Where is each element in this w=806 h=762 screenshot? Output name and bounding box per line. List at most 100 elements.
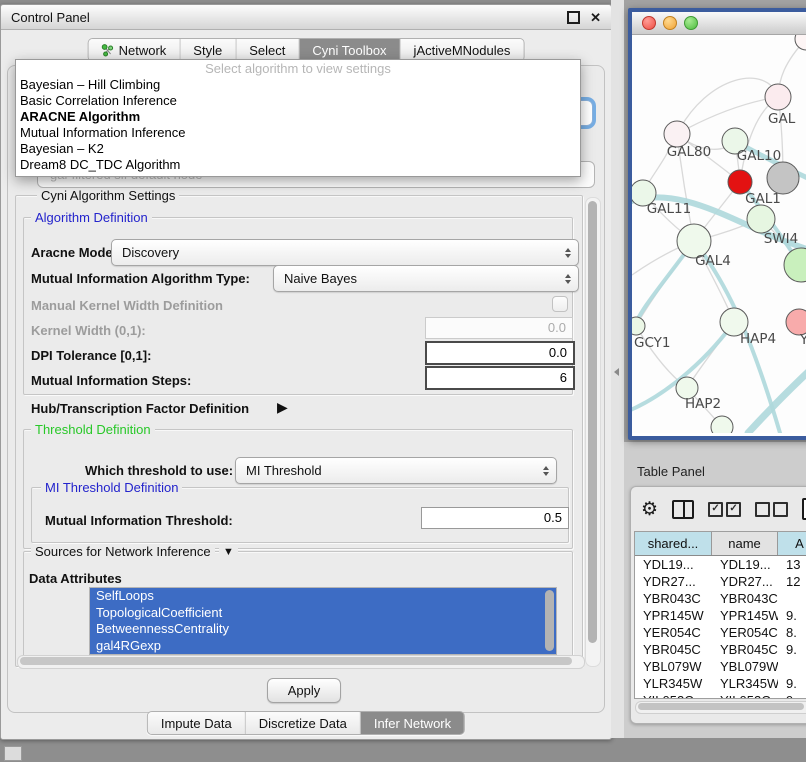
algorithm-definition-legend: Algorithm Definition [31, 210, 152, 225]
algorithm-option-bayesian-hill-climbing[interactable]: Bayesian – Hill Climbing [16, 77, 580, 93]
tab-label: Discretize Data [259, 716, 347, 731]
network-node[interactable] [784, 248, 806, 282]
select-all-columns-icon[interactable]: ✓✓ [708, 502, 741, 517]
column-header-a[interactable]: A [778, 532, 806, 555]
divider-collapse-icon[interactable] [614, 368, 619, 376]
minimize-traffic-light-icon[interactable] [663, 16, 677, 30]
algorithm-option-dream8-dc-tdc-algorithm[interactable]: Dream8 DC_TDC Algorithm [16, 157, 580, 173]
table-cell: YBR043C [712, 590, 778, 607]
kernel-width-field[interactable]: 0.0 [425, 317, 573, 339]
cyni-algorithm-settings-legend: Cyni Algorithm Settings [37, 188, 179, 203]
gear-icon[interactable]: ⚙ [641, 500, 658, 519]
algorithm-option-basic-correlation-inference[interactable]: Basic Correlation Inference [16, 93, 580, 109]
table-cell [778, 658, 806, 675]
table-cell: YDR27... [635, 573, 712, 590]
mi-steps-label: Mutual Information Steps: [31, 373, 191, 388]
column-header-shared[interactable]: shared... [635, 532, 712, 555]
tab-label: Style [193, 43, 222, 58]
apply-button[interactable]: Apply [267, 678, 341, 703]
dpi-tolerance-field[interactable]: 0.0 [425, 341, 575, 365]
which-threshold-value: MI Threshold [246, 463, 322, 478]
hub-definition-label[interactable]: Hub/Transcription Factor Definition [31, 401, 249, 416]
tab-cyni-toolbox[interactable]: Cyni Toolbox [299, 39, 400, 61]
deselect-all-columns-icon[interactable] [755, 502, 788, 517]
close-icon[interactable]: ✕ [590, 11, 601, 24]
mi-algorithm-type-combo[interactable]: Naive Bayes [273, 265, 579, 292]
table-row[interactable]: YBR043CYBR043C [635, 590, 806, 607]
kernel-width-label: Kernel Width (0,1): [31, 323, 146, 338]
column-header-name[interactable]: name [712, 532, 778, 555]
table-cell: YPR145W [712, 607, 778, 624]
mi-threshold-label: Mutual Information Threshold: [45, 513, 233, 528]
combo-arrows-icon [565, 248, 571, 258]
tab-infer-network[interactable]: Infer Network [361, 712, 464, 734]
network-canvas[interactable]: GALGAL80GAL10GAL1GAL11SWI4GAL4GCY1HAP4YH… [632, 35, 806, 433]
table-row[interactable]: YBR045CYBR045C9. [635, 641, 806, 658]
tab-network[interactable]: Network [89, 39, 181, 61]
table-cell: YLR345W [635, 675, 712, 692]
network-window-titlebar[interactable] [632, 12, 806, 35]
combo-arrows-icon [565, 274, 571, 284]
table-row[interactable]: YBL079WYBL079W [635, 658, 806, 675]
combo-arrows-icon [543, 466, 549, 476]
algorithm-option-bayesian-k2[interactable]: Bayesian – K2 [16, 141, 580, 157]
mi-threshold-field[interactable]: 0.5 [421, 507, 569, 529]
mi-steps-field[interactable]: 6 [425, 366, 575, 390]
table-cell: YLR345W [712, 675, 778, 692]
table-row[interactable]: YDL19...YDL19...13 [635, 556, 806, 573]
attribute-item-topologicalcoefficient[interactable]: TopologicalCoefficient [90, 605, 556, 622]
network-node-swi4[interactable] [747, 205, 775, 233]
network-node-gcy1[interactable] [632, 317, 645, 335]
bottom-tabbar: Impute Data Discretize Data Infer Network [147, 711, 465, 735]
algorithm-option-mutual-information-inference[interactable]: Mutual Information Inference [16, 125, 580, 141]
attribute-item-selfloops[interactable]: SelfLoops [90, 588, 556, 605]
data-attributes-list[interactable]: SelfLoopsTopologicalCoefficientBetweenne… [89, 587, 557, 655]
tab-label: Network [119, 43, 167, 58]
close-traffic-light-icon[interactable] [642, 16, 656, 30]
tab-style[interactable]: Style [180, 39, 236, 61]
node-label: Y [799, 332, 806, 348]
which-threshold-combo[interactable]: MI Threshold [235, 457, 557, 484]
columns-icon[interactable] [672, 500, 694, 519]
table-horizontal-scrollbar[interactable] [635, 701, 806, 714]
table-row[interactable]: YER054CYER054C8. [635, 624, 806, 641]
table-row[interactable]: YIL052CYIL052C9 [635, 692, 806, 699]
tab-discretize-data[interactable]: Discretize Data [246, 712, 361, 734]
network-node[interactable] [767, 162, 799, 194]
table-cell: YBL079W [635, 658, 712, 675]
table-cell: YBR043C [635, 590, 712, 607]
manual-kernel-width-checkbox[interactable] [552, 296, 568, 312]
aracne-mode-combo[interactable]: Discovery [111, 239, 579, 266]
node-label: HAP4 [740, 331, 776, 347]
table-row[interactable]: YDR27...YDR27...12 [635, 573, 806, 590]
attribute-item-betweennesscentrality[interactable]: BetweennessCentrality [90, 621, 556, 638]
attributes-scrollbar[interactable] [545, 590, 554, 651]
table-cell: 9 [778, 692, 806, 699]
network-node-gal[interactable] [765, 84, 791, 110]
tab-impute-data[interactable]: Impute Data [148, 712, 246, 734]
network-node[interactable] [795, 35, 806, 50]
tab-label: Select [249, 43, 285, 58]
settings-horizontal-scrollbar[interactable] [17, 655, 585, 669]
network-node[interactable] [711, 416, 733, 433]
hub-expand-icon[interactable]: ▶ [277, 399, 288, 416]
panel-divider[interactable] [611, 0, 624, 738]
table-row[interactable]: YLR345WYLR345W9. [635, 675, 806, 692]
new-table-icon[interactable] [802, 498, 806, 520]
tab-jactivemnodules[interactable]: jActiveMNodules [401, 39, 524, 61]
control-panel-window: Control Panel ✕ Network Style Select Cyni T… [0, 4, 612, 740]
table-cell [778, 590, 806, 607]
dock-panel-icon[interactable] [4, 746, 22, 761]
node-label: SWI4 [764, 231, 799, 247]
float-window-icon[interactable] [567, 11, 580, 24]
tab-select[interactable]: Select [236, 39, 299, 61]
sources-collapse-icon[interactable]: ▼ [219, 546, 238, 558]
table-row[interactable]: YPR145WYPR145W9. [635, 607, 806, 624]
network-graph: GALGAL80GAL10GAL1GAL11SWI4GAL4GCY1HAP4YH… [632, 35, 806, 433]
control-panel-titlebar: Control Panel ✕ [1, 5, 611, 30]
zoom-traffic-light-icon[interactable] [684, 16, 698, 30]
attribute-item-gal4rgexp[interactable]: gal4RGexp [90, 638, 556, 655]
algorithm-option-aracne-algorithm[interactable]: ARACNE Algorithm [16, 109, 580, 125]
settings-vertical-scrollbar[interactable] [585, 197, 601, 667]
table-cell: 13 [778, 556, 806, 573]
